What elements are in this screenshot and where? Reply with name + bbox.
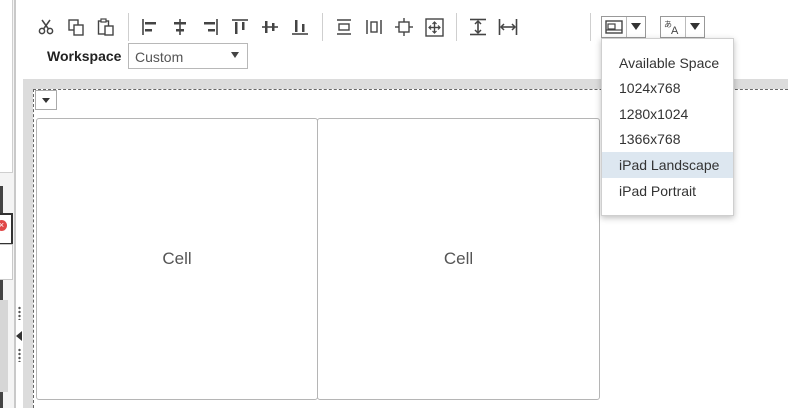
toolbar: [34, 12, 526, 42]
screen-size-dropdown[interactable]: [601, 16, 646, 38]
cut-icon: [38, 19, 54, 35]
distribute-horizontal-button[interactable]: [362, 14, 386, 40]
align-bottom-icon: [292, 20, 308, 35]
fit-icon: [424, 17, 444, 37]
menu-item-ipad-portrait[interactable]: iPad Portrait: [602, 178, 733, 204]
language-dropdown[interactable]: あ A: [660, 16, 705, 38]
same-width-icon: [498, 19, 518, 35]
align-bottom-button[interactable]: [288, 14, 312, 40]
align-center-icon: [174, 19, 186, 35]
chevron-down-icon: [690, 23, 700, 30]
menu-item-1366x768[interactable]: 1366x768: [602, 126, 733, 152]
left-panel-field[interactable]: [0, 244, 13, 280]
screen-size-menu: Available Space 1024x768 1280x1024 1366x…: [601, 38, 734, 216]
toolbar-separator: [456, 13, 457, 41]
same-height-button[interactable]: [466, 14, 490, 40]
left-panel-scrollbar[interactable]: [0, 300, 8, 392]
align-middle-icon: [262, 21, 278, 33]
distribute-vertical-button[interactable]: [332, 14, 356, 40]
cell-label: Cell: [162, 249, 192, 268]
workspace-select[interactable]: Custom: [128, 43, 248, 69]
fit-button[interactable]: [422, 14, 446, 40]
menu-item-available-space[interactable]: Available Space: [602, 50, 733, 76]
menu-item-1024x768[interactable]: 1024x768: [602, 75, 733, 101]
center-icon: [395, 18, 413, 36]
toolbar-separator: [322, 13, 323, 41]
paste-button[interactable]: [94, 14, 118, 40]
svg-text:A: A: [671, 25, 679, 35]
chevron-down-icon: [231, 52, 239, 58]
align-right-icon: [204, 19, 218, 35]
align-top-icon: [232, 19, 248, 34]
drag-grip-icon[interactable]: [18, 306, 21, 320]
cell-label: Cell: [443, 249, 474, 268]
layout-cell[interactable]: Cell: [36, 118, 318, 400]
workspace-label: Workspace: [47, 48, 122, 64]
screen-size-icon: [605, 20, 623, 34]
align-middle-button[interactable]: [258, 14, 282, 40]
chevron-down-icon: [42, 98, 50, 103]
drag-grip-icon[interactable]: [18, 348, 21, 362]
copy-button[interactable]: [64, 14, 88, 40]
distribute-horizontal-icon: [366, 20, 382, 34]
left-panel-box: [0, 0, 13, 173]
panel-divider[interactable]: [14, 0, 16, 408]
chevron-down-icon: [631, 23, 641, 30]
workspace-select-value: Custom: [135, 49, 184, 65]
layout-cell[interactable]: Cell: [317, 118, 600, 400]
toolbar-separator: [128, 13, 129, 41]
toolbar-separator: [590, 13, 591, 41]
align-right-button[interactable]: [198, 14, 222, 40]
same-height-icon: [470, 18, 486, 36]
align-left-button[interactable]: [138, 14, 162, 40]
menu-item-1280x1024[interactable]: 1280x1024: [602, 101, 733, 127]
cut-button[interactable]: [34, 14, 58, 40]
copy-icon: [67, 18, 84, 36]
align-center-button[interactable]: [168, 14, 192, 40]
collapse-left-icon[interactable]: [16, 331, 22, 341]
language-icon: あ A: [664, 20, 679, 35]
align-top-button[interactable]: [228, 14, 252, 40]
left-panel: ×: [0, 0, 22, 408]
align-left-icon: [142, 19, 156, 35]
same-width-button[interactable]: [496, 14, 520, 40]
center-button[interactable]: [392, 14, 416, 40]
paste-icon: [97, 18, 114, 36]
distribute-vertical-icon: [337, 19, 351, 35]
menu-item-ipad-landscape[interactable]: iPad Landscape: [602, 152, 733, 178]
layout-options-button[interactable]: [35, 90, 57, 110]
